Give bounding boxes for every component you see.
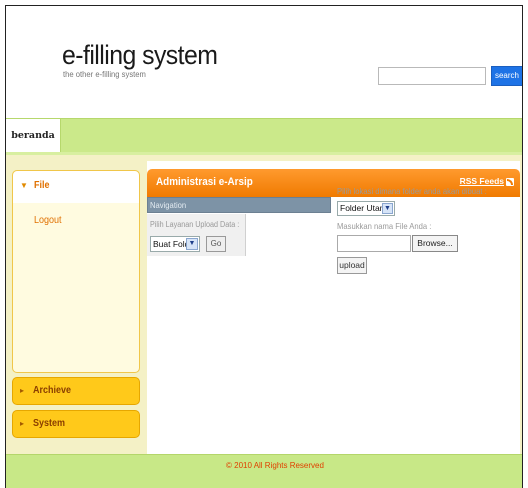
sidebar-item-archieve[interactable]: ▸ Archieve [12, 377, 140, 405]
sidebar-item-label: System [33, 418, 66, 429]
rss-link-label: RSS Feeds [459, 176, 504, 186]
upload-service-box: Pilih Layanan Upload Data : Buat Folder … [147, 214, 246, 256]
file-panel-label: File [34, 180, 50, 191]
nav-tab-beranda[interactable]: beranda [6, 119, 61, 152]
rss-feeds-link[interactable]: RSS Feeds [460, 176, 514, 186]
content-panel: Administrasi e-Arsip RSS Feeds Navigatio… [147, 161, 520, 455]
footer-copyright: © 2010 All Rights Reserved [226, 461, 324, 470]
browse-button[interactable]: Browse... [412, 235, 458, 252]
chevron-right-icon: ▸ [20, 386, 25, 395]
navigation-label: Navigation [150, 200, 187, 210]
upload-button[interactable]: upload [337, 257, 367, 274]
main-area: ▼ File Logout ▸ Archieve ▸ System Admini… [6, 152, 522, 457]
rss-icon [506, 177, 514, 186]
service-select[interactable]: Buat Folder ▼ [150, 236, 200, 252]
file-name-input[interactable] [337, 235, 411, 252]
page-frame: e-filling system the other e-filling sys… [5, 5, 523, 488]
site-logo-subtitle: the other e-filling system [63, 69, 146, 79]
sidebar-item-label: Archieve [33, 385, 72, 396]
folder-location-select[interactable]: Folder Utama ▼ [337, 201, 395, 216]
page-title: Administrasi e-Arsip [156, 176, 253, 188]
chevron-right-icon: ▸ [20, 419, 25, 428]
file-name-label: Masukkan nama File Anda : [337, 221, 432, 231]
chevron-down-icon: ▼ [20, 181, 28, 190]
file-panel: ▼ File Logout [12, 170, 140, 373]
site-logo-title: e-filling system [62, 40, 218, 70]
service-label: Pilih Layanan Upload Data : [150, 220, 240, 229]
main-navbar: beranda [6, 118, 522, 153]
folder-location-label: Pilih lokasi dimana folder anda akan dib… [337, 186, 487, 196]
file-panel-header[interactable]: ▼ File [13, 171, 139, 203]
chevron-down-icon: ▼ [186, 238, 198, 250]
site-header: e-filling system the other e-filling sys… [6, 6, 522, 118]
logout-link[interactable]: Logout [34, 215, 62, 226]
search-button[interactable]: search [491, 66, 522, 86]
chevron-down-icon: ▼ [382, 203, 393, 214]
go-button[interactable]: Go [206, 236, 226, 252]
search-input[interactable] [378, 67, 486, 85]
sidebar-item-system[interactable]: ▸ System [12, 410, 140, 438]
navigation-header: Navigation [147, 197, 331, 213]
site-footer: © 2010 All Rights Reserved [6, 454, 522, 488]
